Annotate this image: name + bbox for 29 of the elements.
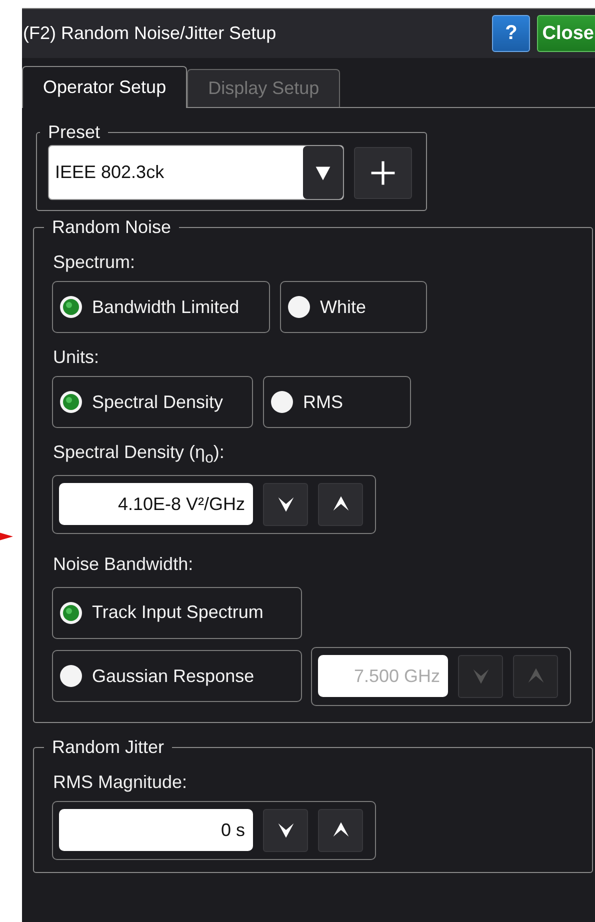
- radio-option[interactable]: Bandwidth Limited: [52, 281, 270, 333]
- radio-option[interactable]: White: [280, 281, 427, 333]
- window-title: (F2) Random Noise/Jitter Setup: [22, 23, 278, 44]
- add-button[interactable]: [354, 146, 412, 198]
- radio-option[interactable]: Track Input Spectrum: [52, 586, 302, 639]
- field-label: Spectrum:: [53, 252, 136, 273]
- field-label: RMS Magnitude:: [53, 772, 188, 793]
- group-title: Preset: [47, 122, 102, 143]
- field-label: Spectral Density (η$_{o}$):: [53, 442, 226, 467]
- group-title: Random Jitter: [51, 736, 166, 758]
- field-label: Units:: [53, 347, 100, 368]
- arrow-icon: [0, 530, 13, 543]
- number-field[interactable]: 4.10E-8 V²/GHz: [59, 483, 253, 526]
- radio-option[interactable]: RMS: [263, 376, 411, 428]
- increment-button[interactable]: [318, 808, 363, 852]
- number-field[interactable]: 0 s: [59, 809, 253, 852]
- help-button[interactable]: ?: [492, 15, 530, 52]
- preset-dropdown[interactable]: IEEE 802.3ck: [48, 145, 344, 200]
- tab[interactable]: Operator Setup: [22, 66, 188, 108]
- plus-icon: [370, 160, 396, 186]
- decrement-button[interactable]: [263, 808, 308, 852]
- group-title: Random Noise: [51, 217, 172, 238]
- increment-button[interactable]: [318, 482, 363, 526]
- radio-option[interactable]: Gaussian Response: [52, 650, 302, 702]
- close-button[interactable]: Close: [537, 15, 595, 52]
- field-label: Noise Bandwidth:: [53, 554, 194, 575]
- dropdown-arrow-icon: [314, 164, 332, 182]
- decrement-button[interactable]: [263, 482, 308, 526]
- radio-option[interactable]: Spectral Density: [52, 376, 253, 428]
